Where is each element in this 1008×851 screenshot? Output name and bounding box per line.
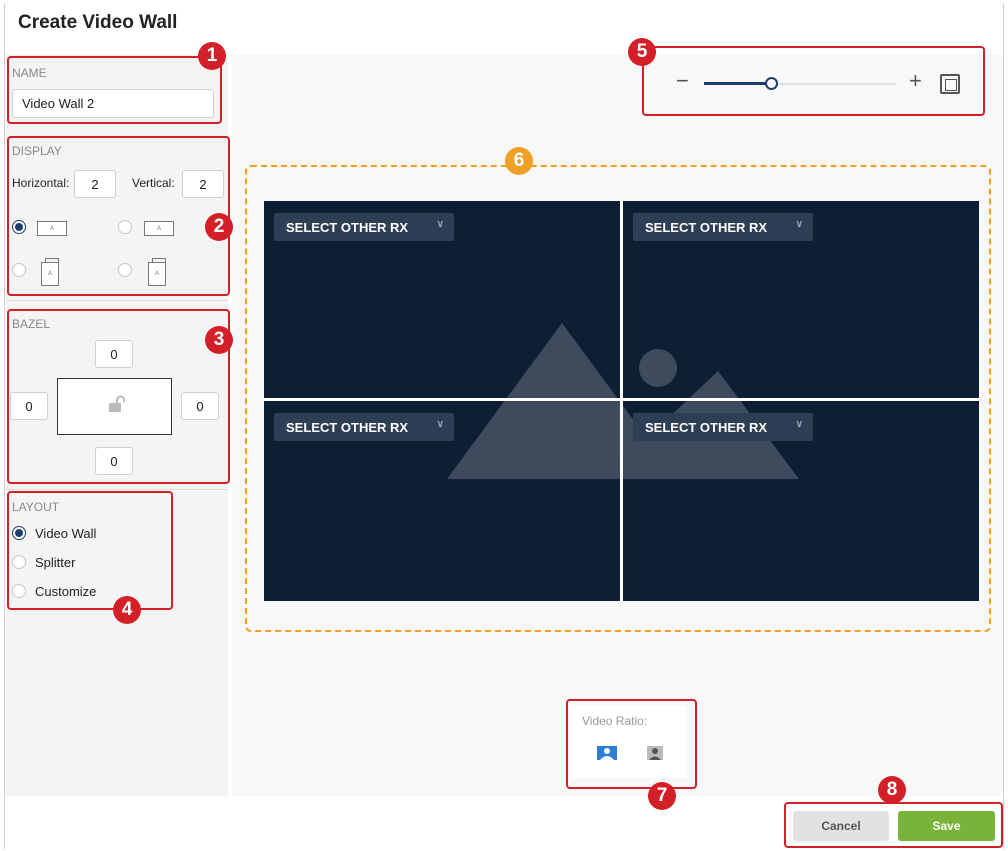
- select-rx-label: SELECT OTHER RX: [286, 419, 409, 435]
- vertical-count-input[interactable]: 2: [182, 170, 224, 198]
- display-section-label: DISPLAY: [12, 144, 62, 158]
- chevron-down-icon: ∨: [436, 219, 444, 230]
- landscape-icon: A: [37, 221, 67, 236]
- chevron-down-icon: ∨: [795, 219, 803, 230]
- orientation-landscape-radio[interactable]: [12, 220, 26, 234]
- video-ratio-panel: Video Ratio:: [572, 706, 686, 778]
- horizontal-count-input[interactable]: 2: [74, 170, 116, 198]
- annotation-badge: 8: [878, 776, 906, 804]
- bezel-left-input[interactable]: 0: [10, 392, 48, 420]
- cancel-button[interactable]: Cancel: [793, 811, 889, 841]
- name-section-label: NAME: [12, 66, 47, 80]
- annotation-badge: 4: [113, 596, 141, 624]
- sidebar-divider: [6, 489, 228, 490]
- wall-cell: SELECT OTHER RX ∨: [264, 401, 620, 599]
- annotation-badge: 7: [648, 782, 676, 810]
- wall-cell: SELECT OTHER RX ∨: [623, 401, 979, 599]
- annotation-badge: 2: [205, 213, 233, 241]
- zoom-slider[interactable]: [704, 77, 896, 90]
- fit-screen-icon[interactable]: [940, 74, 960, 94]
- select-rx-dropdown[interactable]: SELECT OTHER RX ∨: [633, 413, 813, 441]
- annotation-badge: 3: [205, 326, 233, 354]
- select-rx-label: SELECT OTHER RX: [645, 219, 768, 235]
- orientation-portrait-radio[interactable]: [12, 263, 26, 277]
- bezel-right-input[interactable]: 0: [181, 392, 219, 420]
- layout-video-wall-radio[interactable]: [12, 526, 26, 540]
- video-wall-preview: SELECT OTHER RX ∨ SELECT OTHER RX ∨ SELECT…: [264, 201, 979, 601]
- layout-splitter-radio[interactable]: [12, 555, 26, 569]
- wall-name-input[interactable]: Video Wall 2: [12, 89, 214, 118]
- wall-cell-divider: [264, 398, 979, 401]
- landscape-flipped-icon: A: [144, 221, 174, 236]
- orientation-portrait-flipped-radio[interactable]: [118, 263, 132, 277]
- unlock-icon[interactable]: [108, 395, 126, 413]
- layout-customize-radio[interactable]: [12, 584, 26, 598]
- chevron-down-icon: ∨: [436, 419, 444, 430]
- layout-customize-label[interactable]: Customize: [35, 584, 96, 599]
- annotation-badge: 1: [198, 42, 226, 70]
- vertical-label: Vertical:: [132, 176, 175, 190]
- minus-icon[interactable]: −: [676, 70, 692, 92]
- dialog-title: Create Video Wall: [18, 12, 178, 33]
- video-ratio-label: Video Ratio:: [582, 714, 648, 728]
- sidebar-divider: [6, 300, 228, 301]
- annotation-badge: 6: [505, 147, 533, 175]
- select-rx-dropdown[interactable]: SELECT OTHER RX ∨: [633, 213, 813, 241]
- portrait-icon: A: [41, 258, 59, 286]
- zoom-slider-fill: [704, 82, 772, 85]
- select-rx-dropdown[interactable]: SELECT OTHER RX ∨: [274, 213, 454, 241]
- orientation-landscape-flipped-radio[interactable]: [118, 220, 132, 234]
- select-rx-label: SELECT OTHER RX: [645, 419, 768, 435]
- layout-section-label: LAYOUT: [12, 500, 60, 514]
- save-button[interactable]: Save: [898, 811, 995, 841]
- bezel-section-label: BAZEL: [12, 317, 51, 331]
- select-rx-label: SELECT OTHER RX: [286, 219, 409, 235]
- wall-cell-divider: [620, 201, 623, 601]
- wall-cell: SELECT OTHER RX ∨: [623, 201, 979, 399]
- annotation-badge: 5: [628, 38, 656, 66]
- bezel-bottom-input[interactable]: 0: [95, 447, 133, 475]
- portrait-flipped-icon: A: [148, 258, 166, 286]
- horizontal-label: Horizontal:: [12, 176, 70, 190]
- plus-icon[interactable]: +: [909, 70, 922, 92]
- wall-cell: SELECT OTHER RX ∨: [264, 201, 620, 399]
- layout-video-wall-label[interactable]: Video Wall: [35, 526, 96, 541]
- layout-splitter-label[interactable]: Splitter: [35, 555, 75, 570]
- select-rx-dropdown[interactable]: SELECT OTHER RX ∨: [274, 413, 454, 441]
- bezel-top-input[interactable]: 0: [95, 340, 133, 368]
- bezel-preview: [57, 378, 172, 435]
- chevron-down-icon: ∨: [795, 419, 803, 430]
- ratio-fill-icon[interactable]: [596, 743, 618, 763]
- ratio-keep-icon[interactable]: [644, 743, 666, 763]
